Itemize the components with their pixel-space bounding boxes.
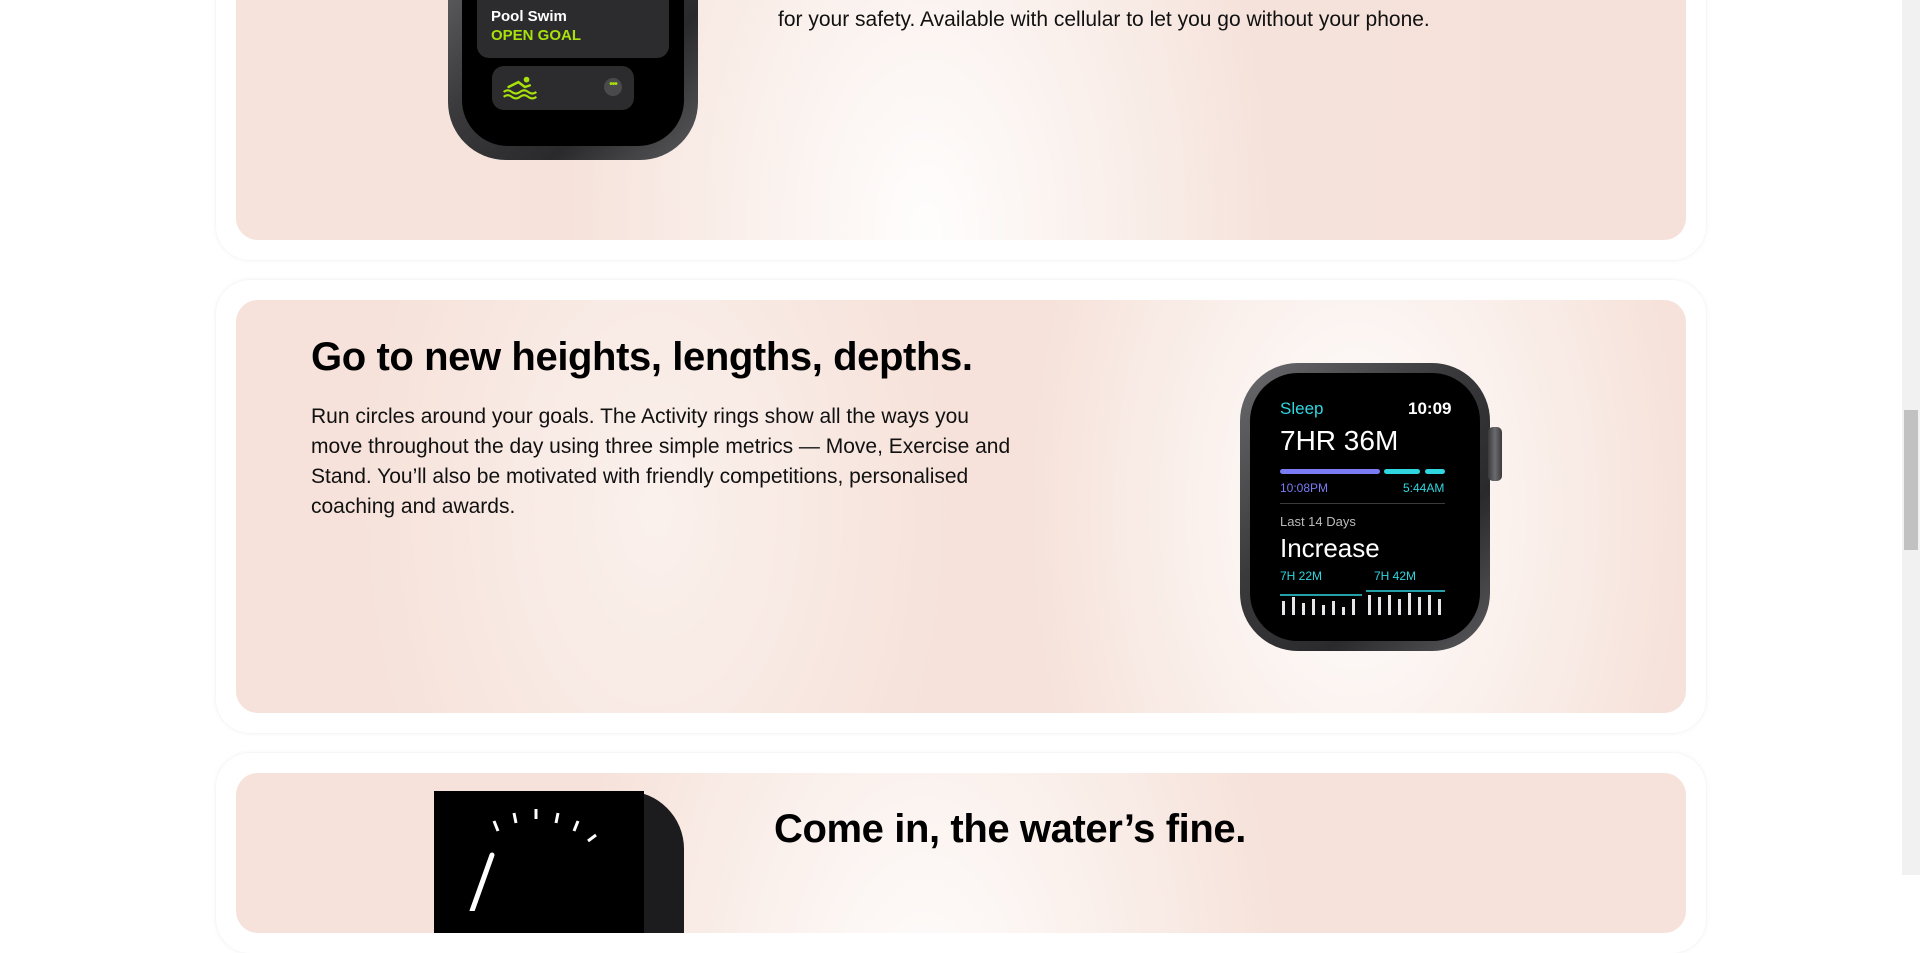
watch-screen (434, 791, 644, 933)
divider (1280, 503, 1445, 504)
trend-label: Increase (1280, 533, 1380, 563)
section-heading: Go to new heights, lengths, depths. (311, 335, 973, 379)
clock-time: 10:09 (1408, 399, 1452, 418)
feature-card-activity: Go to new heights, lengths, depths. Run … (216, 280, 1706, 733)
description-line: coaching and awards. (311, 495, 516, 518)
description-line: Run circles around your goals. The Activ… (311, 405, 969, 428)
sleep-start-time: 10:08PM (1280, 481, 1329, 495)
feature-panel: ••• Pool Swim OPEN GOAL ••• (236, 0, 1686, 240)
feature-description: Run circles around your goals. The Activ… (311, 402, 1111, 522)
watch-screen: ••• Pool Swim OPEN GOAL ••• (462, 0, 684, 146)
section-heading: Come in, the water’s fine. (774, 807, 1246, 851)
period-label: Last 14 Days (1280, 514, 1356, 529)
avg-before-label: 7H 22M (1280, 569, 1323, 583)
feature-card-safety: ••• Pool Swim OPEN GOAL ••• (216, 0, 1706, 260)
scrollbar-thumb[interactable] (1904, 410, 1918, 550)
sleep-stage-bar (1280, 469, 1445, 474)
workout-tile-secondary: ••• (492, 66, 634, 110)
feature-card-water: Come in, the water’s fine. (216, 753, 1706, 953)
sleep-trend-chart (1280, 590, 1445, 615)
page-scrollbar[interactable] (1902, 0, 1920, 875)
workout-label: Pool Swim (491, 8, 567, 25)
sleep-duration: 7HR 36M (1280, 425, 1399, 456)
feature-description: for your safety. Available with cellular… (778, 8, 1430, 31)
feature-panel: Come in, the water’s fine. (236, 773, 1686, 933)
workout-tile: ••• Pool Swim OPEN GOAL (477, 0, 669, 58)
description-line: Stand. You’ll also be motivated with fri… (311, 465, 969, 488)
watch-image-swim: ••• Pool Swim OPEN GOAL ••• (448, 0, 698, 160)
description-line: move throughout the day using three simp… (311, 435, 1011, 458)
watch-crown (1488, 427, 1502, 481)
goal-label: OPEN GOAL (491, 27, 582, 44)
sleep-end-time: 5:44AM (1403, 481, 1445, 495)
watch-image-sleep: Sleep 10:09 7HR 36M 10:08PM 5:44AM Last … (1240, 363, 1490, 651)
more-options-icon: ••• (604, 78, 622, 96)
watch-image-analog (434, 791, 684, 933)
analog-clock-face (469, 809, 597, 914)
swimmer-icon (502, 74, 538, 100)
avg-after-label: 7H 42M (1374, 569, 1417, 583)
feature-panel: Go to new heights, lengths, depths. Run … (236, 300, 1686, 713)
watch-screen: Sleep 10:09 7HR 36M 10:08PM 5:44AM Last … (1250, 373, 1480, 641)
app-label: Sleep (1280, 399, 1324, 418)
